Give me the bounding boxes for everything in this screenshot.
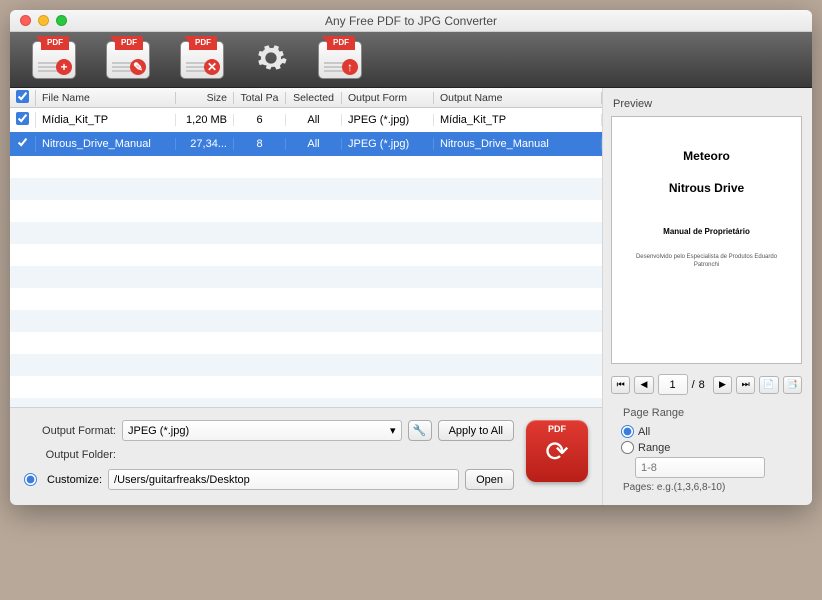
close-window-button[interactable] bbox=[20, 15, 31, 26]
remove-file-button[interactable]: PDF ✕ bbox=[180, 41, 224, 79]
output-folder-input[interactable] bbox=[108, 469, 459, 490]
customize-folder-radio[interactable] bbox=[24, 473, 37, 486]
output-folder-label: Output Folder: bbox=[24, 449, 116, 461]
next-page-button[interactable]: ▶ bbox=[713, 376, 732, 394]
table-header: File Name Size Total Pa Selected Output … bbox=[10, 88, 602, 108]
x-icon: ✕ bbox=[204, 59, 220, 75]
preview-pager: ⏮ ◀ / 8 ▶ ⏭ 📄 📑 bbox=[611, 374, 802, 395]
convert-button[interactable]: PDF ⟳ bbox=[526, 420, 588, 482]
customize-radio-label: Customize: bbox=[47, 474, 102, 486]
page-range-hint: Pages: e.g.(1,3,6,8-10) bbox=[623, 482, 802, 493]
zoom-window-button[interactable] bbox=[56, 15, 67, 26]
output-format-select[interactable]: JPEG (*.jpg) ▾ bbox=[122, 420, 402, 441]
convert-arrows-icon: ⟳ bbox=[545, 435, 568, 468]
page-range-input[interactable] bbox=[635, 457, 765, 478]
open-folder-button[interactable]: Open bbox=[465, 469, 514, 490]
current-page-input[interactable] bbox=[658, 374, 688, 395]
wrench-icon: 🔧 bbox=[413, 425, 427, 437]
last-page-button[interactable]: ⏭ bbox=[736, 376, 755, 394]
minimize-window-button[interactable] bbox=[38, 15, 49, 26]
page-export-button[interactable]: 📑 bbox=[783, 376, 802, 394]
prev-page-button[interactable]: ◀ bbox=[634, 376, 653, 394]
preview-page: Meteoro Nitrous Drive Manual de Propriet… bbox=[611, 116, 802, 364]
up-arrow-icon: ↑ bbox=[342, 59, 358, 75]
titlebar: Any Free PDF to JPG Converter bbox=[10, 10, 812, 32]
col-filename[interactable]: File Name bbox=[36, 92, 176, 104]
select-all-checkbox[interactable] bbox=[16, 90, 29, 103]
first-page-button[interactable]: ⏮ bbox=[611, 376, 630, 394]
toolbar: PDF + PDF ✎ PDF ✕ PDF ↑ bbox=[10, 32, 812, 88]
chevron-down-icon: ▾ bbox=[390, 424, 396, 437]
page-view-button[interactable]: 📄 bbox=[759, 376, 778, 394]
page-range-group: Page Range All Range Pages: e.g.(1,3,6,8… bbox=[611, 407, 802, 493]
app-window: Any Free PDF to JPG Converter PDF + PDF … bbox=[10, 10, 812, 505]
window-title: Any Free PDF to JPG Converter bbox=[10, 14, 812, 28]
apply-to-all-button[interactable]: Apply to All bbox=[438, 420, 514, 441]
plus-icon: + bbox=[56, 59, 72, 75]
output-panel: Output Format: JPEG (*.jpg) ▾ 🔧 Apply to… bbox=[10, 408, 602, 502]
col-size[interactable]: Size bbox=[176, 92, 234, 104]
pencil-icon: ✎ bbox=[130, 59, 146, 75]
file-table: File Name Size Total Pa Selected Output … bbox=[10, 88, 602, 408]
page-range-all-radio[interactable] bbox=[621, 425, 634, 438]
settings-button[interactable] bbox=[254, 41, 288, 78]
format-settings-button[interactable]: 🔧 bbox=[408, 420, 432, 441]
page-range-custom-radio[interactable] bbox=[621, 441, 634, 454]
col-output-format[interactable]: Output Form bbox=[342, 92, 434, 104]
col-total-pages[interactable]: Total Pa bbox=[234, 92, 286, 104]
preview-label: Preview bbox=[613, 98, 802, 110]
row-checkbox[interactable] bbox=[16, 112, 29, 125]
gear-icon bbox=[254, 41, 288, 75]
edit-file-button[interactable]: PDF ✎ bbox=[106, 41, 150, 79]
output-format-label: Output Format: bbox=[24, 425, 116, 437]
window-controls bbox=[10, 15, 67, 26]
add-file-button[interactable]: PDF + bbox=[32, 41, 76, 79]
total-pages: 8 bbox=[699, 379, 705, 391]
col-selected[interactable]: Selected bbox=[286, 92, 342, 104]
col-output-name[interactable]: Output Name bbox=[434, 92, 602, 104]
row-checkbox[interactable] bbox=[16, 136, 29, 149]
table-row[interactable]: Nitrous_Drive_Manual27,34...8AllJPEG (*.… bbox=[10, 132, 602, 156]
table-row[interactable]: Mídia_Kit_TP1,20 MB6AllJPEG (*.jpg)Mídia… bbox=[10, 108, 602, 132]
export-button[interactable]: PDF ↑ bbox=[318, 41, 362, 79]
